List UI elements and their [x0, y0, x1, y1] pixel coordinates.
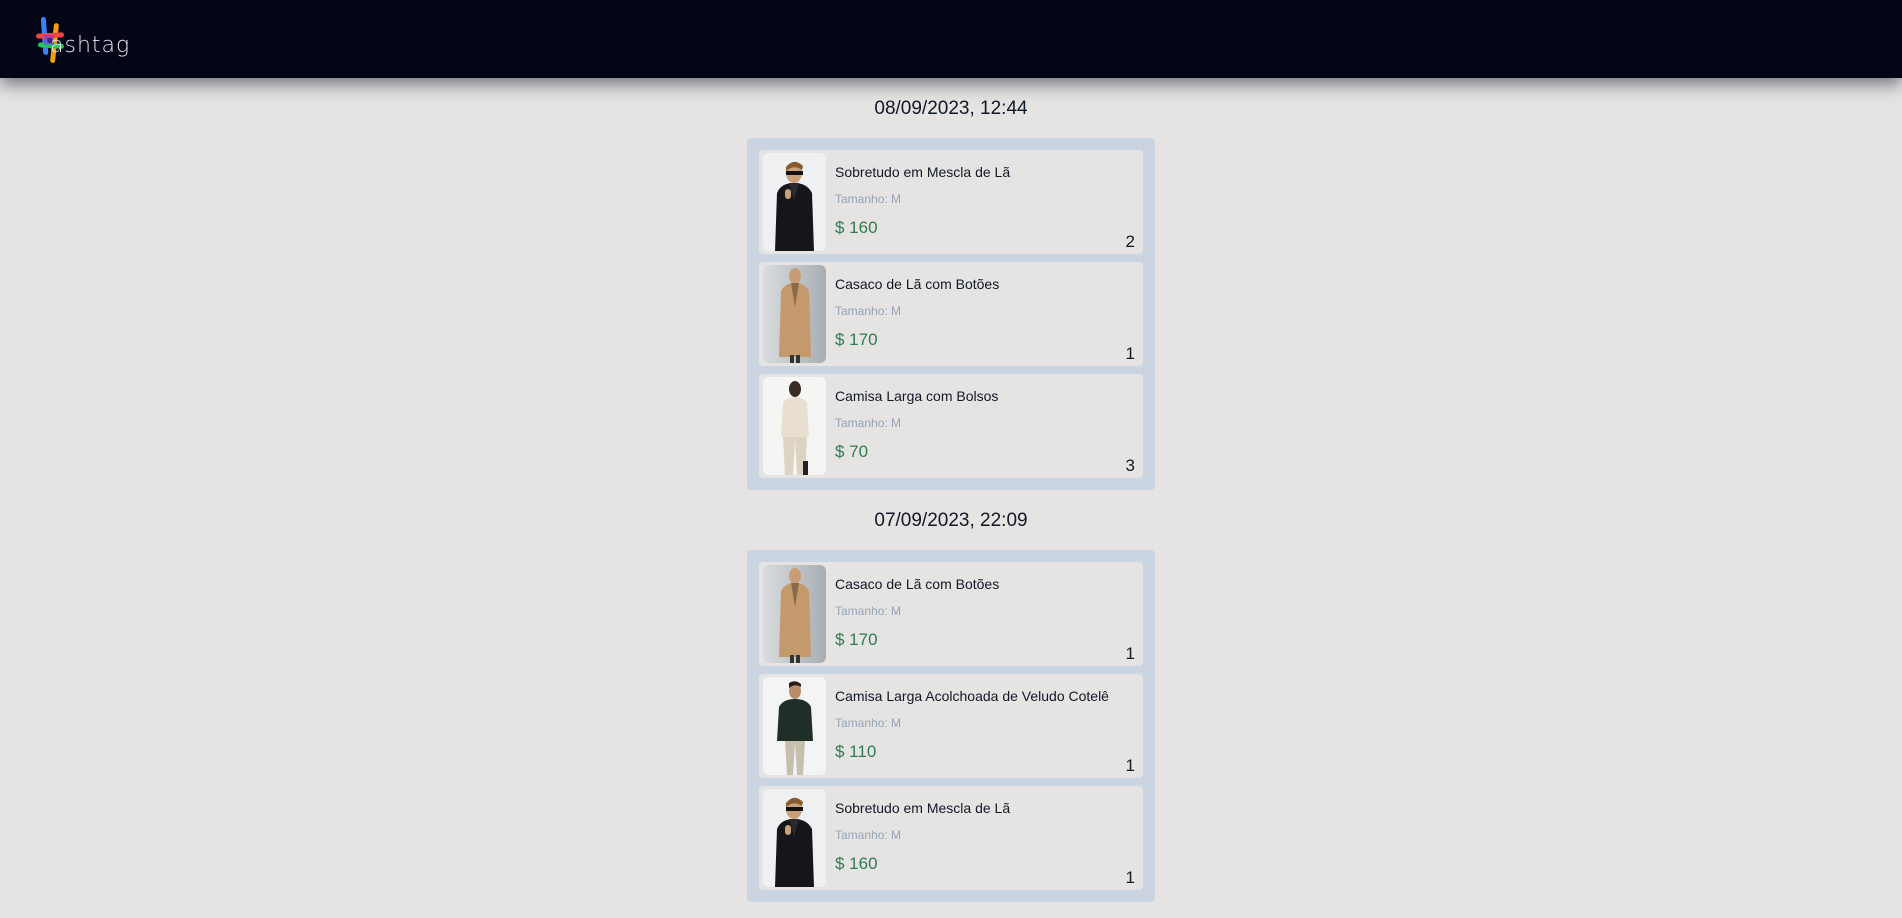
- item-quantity: 1: [1125, 644, 1135, 663]
- cream-shirt-photo: [763, 377, 826, 475]
- item-quantity: 2: [1125, 232, 1135, 251]
- item-price: $ 160: [835, 218, 878, 237]
- item-size: Tamanho: M: [835, 416, 902, 430]
- item-price: $ 170: [835, 330, 878, 349]
- item-quantity: 3: [1125, 456, 1135, 475]
- item-price: $ 160: [835, 854, 878, 873]
- item-name: Casaco de Lã com Botões: [835, 576, 1000, 592]
- item-size: Tamanho: M: [835, 604, 902, 618]
- item-price: $ 70: [835, 442, 869, 461]
- item-name: Sobretudo em Mescla de Lã: [835, 164, 1011, 180]
- order-item[interactable]: Casaco de Lã com Botões Tamanho: M $ 170…: [759, 262, 1143, 366]
- item-quantity: 1: [1125, 868, 1135, 887]
- item-size: Tamanho: M: [835, 828, 902, 842]
- order-date: 07/09/2023, 22:09: [874, 510, 1028, 531]
- top-navbar: ashtag: [0, 0, 1902, 78]
- green-corduroy-shirt-photo: [763, 677, 826, 775]
- order-date: 08/09/2023, 12:44: [874, 98, 1028, 119]
- orders-history: 08/09/2023, 12:44 Sobretudo em Mescla de…: [0, 78, 1902, 902]
- hashtag-logo[interactable]: ashtag: [36, 15, 146, 63]
- item-quantity: 1: [1125, 344, 1135, 363]
- item-size: Tamanho: M: [835, 192, 902, 206]
- item-name: Camisa Larga Acolchoada de Veludo Cotelê: [835, 688, 1109, 704]
- order-item[interactable]: Sobretudo em Mescla de Lã Tamanho: M $ 1…: [759, 786, 1143, 890]
- order-card: Casaco de Lã com Botões Tamanho: M $ 170…: [747, 550, 1155, 902]
- camel-coat-photo: [763, 265, 826, 363]
- order-item[interactable]: Camisa Larga com Bolsos Tamanho: M $ 70 …: [759, 374, 1143, 478]
- camel-coat-photo: [763, 565, 826, 663]
- item-name: Sobretudo em Mescla de Lã: [835, 800, 1011, 816]
- item-name: Casaco de Lã com Botões: [835, 276, 1000, 292]
- order-item[interactable]: Camisa Larga Acolchoada de Veludo Cotelê…: [759, 674, 1143, 778]
- logo-wordmark: ashtag: [50, 33, 131, 58]
- item-size: Tamanho: M: [835, 716, 902, 730]
- black-coat-photo: [763, 153, 826, 251]
- item-price: $ 110: [835, 742, 877, 761]
- item-quantity: 1: [1125, 756, 1135, 775]
- order-item[interactable]: Sobretudo em Mescla de Lã Tamanho: M $ 1…: [759, 150, 1143, 254]
- item-price: $ 170: [835, 630, 878, 649]
- black-coat-photo: [763, 789, 826, 887]
- item-size: Tamanho: M: [835, 304, 902, 318]
- item-name: Camisa Larga com Bolsos: [835, 388, 999, 404]
- order-card: Sobretudo em Mescla de Lã Tamanho: M $ 1…: [747, 138, 1155, 490]
- order-item[interactable]: Casaco de Lã com Botões Tamanho: M $ 170…: [759, 562, 1143, 666]
